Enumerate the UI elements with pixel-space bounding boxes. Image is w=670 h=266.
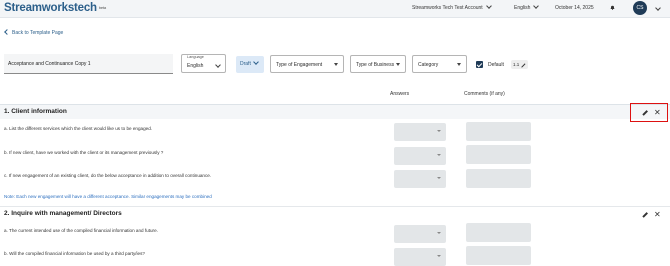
answers-column-header: Answers [390,91,410,97]
language-value: English [187,63,204,69]
section-note: Note: Each new engagement will have a di… [4,194,212,199]
comment-input[interactable] [466,169,531,188]
close-icon[interactable]: ✕ [654,209,661,220]
template-name-input[interactable]: Acceptance and Continuance Copy 1 [4,54,173,74]
business-type-placeholder: Type of Business [356,62,395,68]
beta-badge: beta [98,5,106,11]
question-text: b. If new client, have we worked with th… [4,150,164,155]
section-title: 2. Inquire with management/ Directors [4,210,122,217]
account-name: Streamworks Tech Test Account [412,5,483,11]
section-title: 1. Client information [4,108,67,115]
section-divider [0,206,670,207]
highlight-box [630,103,668,122]
category-placeholder: Category [418,62,439,68]
answer-dropdown[interactable] [394,147,446,165]
back-link-label: Back to Template Page [12,30,64,36]
back-to-template-link[interactable]: Back to Template Page [4,29,64,36]
comment-input[interactable] [466,246,531,265]
language-selector[interactable]: English [514,3,540,11]
caret-down-icon [437,232,441,234]
caret-down-icon [437,130,441,132]
question-text: a. List the different services which the… [4,126,153,131]
caret-down-icon [437,154,441,156]
account-selector[interactable]: Streamworks Tech Test Account [412,3,492,11]
app-logo[interactable]: Streamworkstech beta [4,2,106,14]
answer-dropdown[interactable] [394,248,446,266]
engagement-type-select[interactable]: Type of Engagement [270,55,344,73]
chevron-down-icon [253,59,259,65]
chevron-down-icon[interactable] [655,5,661,11]
status-label: Draft [240,61,251,67]
language-label: Language [187,55,204,59]
answer-dropdown[interactable] [394,123,446,141]
current-date: October 14, 2025 [555,5,594,11]
pencil-icon [520,63,526,68]
comments-column-header: Comments (if any) [464,91,505,97]
chevron-down-icon [485,3,492,9]
top-navigation-bar: Streamworkstech beta Streamworks Tech Tes… [0,0,670,18]
status-dropdown[interactable]: Draft [236,56,264,73]
caret-down-icon [396,63,400,66]
comment-input[interactable] [466,223,531,242]
pencil-icon[interactable] [642,212,648,218]
bell-icon[interactable] [610,5,615,10]
avatar[interactable]: CS [633,1,647,15]
comment-input[interactable] [466,122,531,141]
language-select[interactable]: Language English [181,54,226,73]
question-text: c. If new engagement of an existing clie… [4,173,212,178]
answer-dropdown[interactable] [394,225,446,243]
chevron-down-icon [215,62,221,68]
default-label: Default [488,62,504,68]
section-header [0,104,670,119]
answer-dropdown[interactable] [394,170,446,188]
category-select[interactable]: Category [412,55,467,73]
question-text: a. The current intended use of the compi… [4,228,158,233]
chevron-down-icon [533,3,540,9]
caret-down-icon [457,63,461,66]
caret-down-icon [437,255,441,257]
engagement-type-placeholder: Type of Engagement [276,62,323,68]
business-type-select[interactable]: Type of Business [350,55,406,73]
caret-down-icon [437,177,441,179]
language-name: English [514,5,531,11]
comment-input[interactable] [466,145,531,164]
version-number: 1.1 [513,62,520,67]
caret-down-icon [334,63,338,66]
default-checkbox[interactable] [476,61,483,68]
section-actions: ✕ [642,209,662,220]
chevron-left-icon [4,29,10,35]
question-text: b. Will the compiled financial informati… [4,251,145,256]
version-badge[interactable]: 1.1 [511,60,528,69]
